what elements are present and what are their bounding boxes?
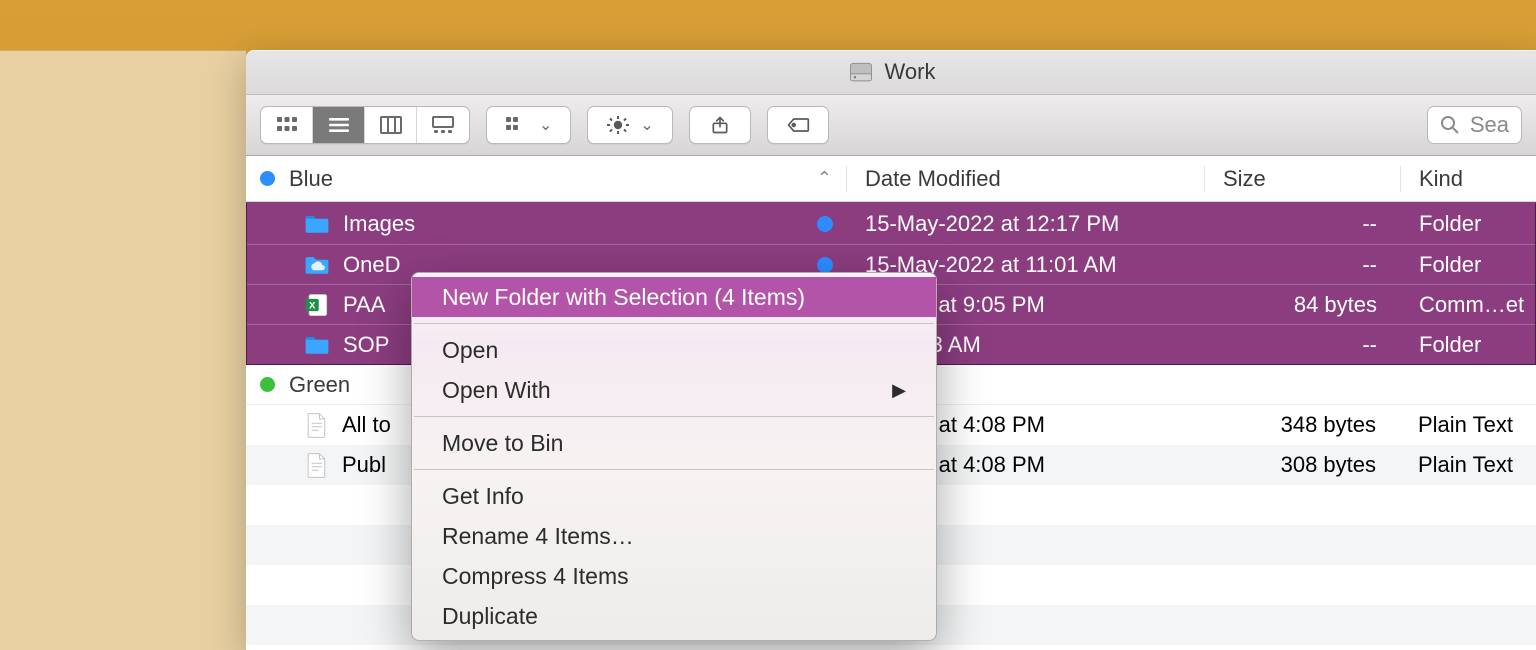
- folder-icon: [303, 210, 331, 238]
- sort-indicator-icon: ⌃: [817, 168, 832, 189]
- file-date: 15-May-2022 at 12:17 PM: [847, 211, 1205, 237]
- submenu-arrow-icon: ▶: [892, 380, 906, 401]
- folder-icon: [303, 331, 331, 359]
- search-icon: [1440, 115, 1460, 135]
- file-size: 308 bytes: [1204, 452, 1400, 478]
- menu-open-with[interactable]: Open With ▶: [412, 370, 936, 410]
- chevron-down-icon: ⌄: [539, 115, 552, 135]
- view-gallery-button[interactable]: [417, 107, 469, 143]
- file-name: Publ: [342, 452, 386, 478]
- file-name: Images: [343, 211, 415, 237]
- list-header: Blue ⌃ Date Modified Size Kind: [246, 156, 1536, 202]
- menu-move-to-bin[interactable]: Move to Bin: [412, 423, 936, 463]
- group-by-button[interactable]: ⌄: [486, 106, 571, 144]
- menu-separator: [414, 469, 934, 470]
- search-placeholder: Sea: [1470, 112, 1509, 138]
- menu-compress[interactable]: Compress 4 Items: [412, 556, 936, 596]
- volume-icon: [847, 58, 875, 86]
- group-label-text: Green: [289, 372, 350, 398]
- view-icons-button[interactable]: [261, 107, 313, 143]
- file-size: --: [1205, 211, 1401, 237]
- text-file-icon: [302, 411, 330, 439]
- desktop-background: [0, 0, 1536, 50]
- view-switcher: [260, 106, 470, 144]
- file-kind: Plain Text: [1400, 452, 1536, 478]
- column-date-modified[interactable]: Date Modified: [846, 166, 1204, 192]
- share-button[interactable]: [689, 106, 751, 144]
- file-kind: Plain Text: [1400, 412, 1536, 438]
- menu-separator: [414, 323, 934, 324]
- action-menu-button[interactable]: ⌄: [587, 106, 672, 144]
- file-name: PAA: [343, 292, 385, 318]
- table-row[interactable]: Images 15-May-2022 at 12:17 PM -- Folder: [247, 204, 1535, 244]
- svg-text:X: X: [309, 300, 316, 311]
- tag-dot-green-icon: [260, 377, 275, 392]
- column-kind[interactable]: Kind: [1400, 166, 1536, 192]
- file-kind: Comm…et: [1401, 292, 1535, 318]
- file-size: --: [1205, 252, 1401, 278]
- window-title: Work: [885, 59, 936, 85]
- view-columns-button[interactable]: [365, 107, 417, 143]
- tag-dot-icon: [817, 257, 833, 273]
- file-name: OneD: [343, 252, 400, 278]
- menu-duplicate[interactable]: Duplicate: [412, 596, 936, 636]
- search-field[interactable]: Sea: [1427, 106, 1522, 144]
- file-kind: Folder: [1401, 211, 1535, 237]
- tags-button[interactable]: [767, 106, 829, 144]
- file-name: All to: [342, 412, 391, 438]
- file-kind: Folder: [1401, 252, 1535, 278]
- file-size: 84 bytes: [1205, 292, 1401, 318]
- titlebar[interactable]: Work: [246, 50, 1536, 95]
- toolbar: ⌄ ⌄ Sea: [246, 95, 1536, 156]
- column-name-label: Blue: [289, 166, 333, 192]
- chevron-down-icon: ⌄: [640, 115, 653, 135]
- onedrive-folder-icon: [303, 251, 331, 279]
- file-name: SOP: [343, 332, 389, 358]
- menu-open[interactable]: Open: [412, 330, 936, 370]
- text-file-icon: [302, 451, 330, 479]
- menu-get-info[interactable]: Get Info: [412, 476, 936, 516]
- menu-rename[interactable]: Rename 4 Items…: [412, 516, 936, 556]
- tag-dot-blue-icon: [260, 171, 275, 186]
- file-size: 348 bytes: [1204, 412, 1400, 438]
- excel-file-icon: X: [303, 291, 331, 319]
- column-name[interactable]: Blue ⌃: [246, 166, 846, 192]
- menu-new-folder-with-selection[interactable]: New Folder with Selection (4 Items): [412, 277, 936, 317]
- menu-separator: [414, 416, 934, 417]
- context-menu: New Folder with Selection (4 Items) Open…: [411, 272, 937, 641]
- file-size: --: [1205, 332, 1401, 358]
- column-size[interactable]: Size: [1204, 166, 1400, 192]
- sidebar-background: [0, 50, 246, 650]
- file-kind: Folder: [1401, 332, 1535, 358]
- view-list-button[interactable]: [313, 107, 365, 143]
- tag-dot-icon: [817, 216, 833, 232]
